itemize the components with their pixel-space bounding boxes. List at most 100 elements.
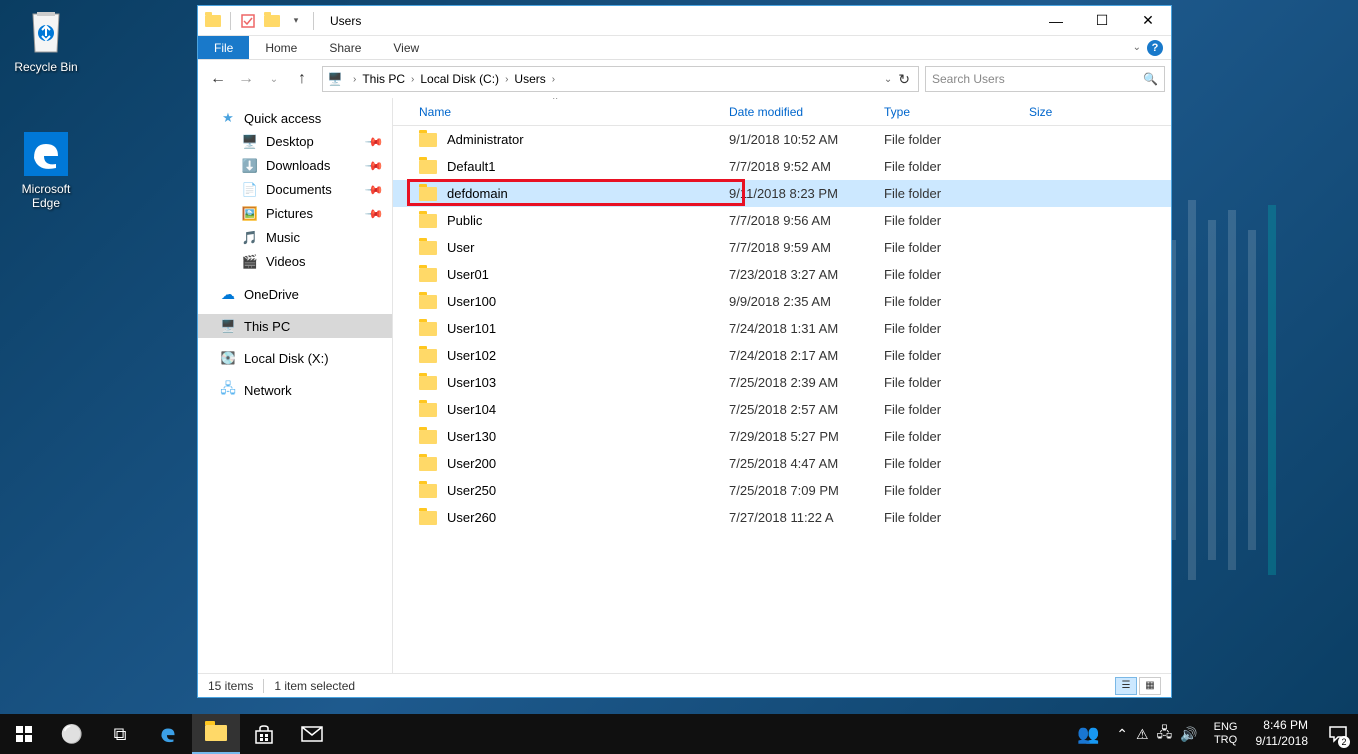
maximize-button[interactable]: ☐ bbox=[1079, 6, 1125, 36]
folder-icon bbox=[419, 268, 437, 282]
nav-videos[interactable]: 🎬Videos bbox=[198, 250, 392, 274]
breadcrumb-users[interactable]: Users bbox=[510, 72, 549, 86]
file-row[interactable]: defdomain 9/11/2018 8:23 PM File folder bbox=[393, 180, 1171, 207]
qat-new-folder[interactable] bbox=[261, 10, 283, 32]
task-view-button[interactable]: ⧉ bbox=[96, 714, 144, 754]
pc-icon: 🖥️ bbox=[327, 71, 343, 87]
tray-chevron-icon[interactable]: ⌃ bbox=[1116, 726, 1128, 743]
address-bar[interactable]: 🖥️ › This PC › Local Disk (C:) › Users ›… bbox=[322, 66, 919, 92]
address-dropdown-icon[interactable]: ⌄ bbox=[884, 74, 892, 85]
file-row[interactable]: User130 7/29/2018 5:27 PM File folder bbox=[393, 423, 1171, 450]
chevron-icon[interactable]: › bbox=[351, 74, 358, 85]
qat-properties[interactable] bbox=[237, 10, 259, 32]
ribbon-tab-home[interactable]: Home bbox=[249, 36, 313, 59]
nav-pictures[interactable]: 🖼️Pictures📌 bbox=[198, 202, 392, 226]
status-selected-count: 1 item selected bbox=[274, 679, 355, 693]
microsoft-edge-icon[interactable]: Microsoft Edge bbox=[8, 130, 84, 210]
folder-icon bbox=[419, 214, 437, 228]
tray-volume-icon[interactable]: 🔊 bbox=[1180, 726, 1197, 743]
desktop-decoration bbox=[1158, 200, 1358, 600]
action-center-button[interactable]: 2 bbox=[1318, 714, 1358, 754]
file-row[interactable]: User200 7/25/2018 4:47 AM File folder bbox=[393, 450, 1171, 477]
taskbar-store[interactable] bbox=[240, 714, 288, 754]
taskbar-mail[interactable] bbox=[288, 714, 336, 754]
ribbon-expand-icon[interactable]: ⌄ bbox=[1133, 42, 1141, 53]
cloud-icon: ☁ bbox=[220, 286, 236, 302]
taskbar-edge[interactable] bbox=[144, 714, 192, 754]
file-row[interactable]: User260 7/27/2018 11:22 A File folder bbox=[393, 504, 1171, 531]
start-button[interactable] bbox=[0, 714, 48, 754]
file-row[interactable]: User250 7/25/2018 7:09 PM File folder bbox=[393, 477, 1171, 504]
edge-label: Microsoft Edge bbox=[8, 182, 84, 210]
tray-network-icon[interactable]: 🖧 bbox=[1157, 722, 1173, 746]
search-input[interactable]: Search Users 🔍 bbox=[925, 66, 1165, 92]
file-name: User103 bbox=[447, 375, 496, 390]
forward-button[interactable]: → bbox=[236, 69, 256, 89]
back-button[interactable]: ← bbox=[208, 69, 228, 89]
nav-desktop[interactable]: 🖥️Desktop📌 bbox=[198, 130, 392, 154]
file-name: User250 bbox=[447, 483, 496, 498]
nav-downloads[interactable]: ⬇️Downloads📌 bbox=[198, 154, 392, 178]
file-name: defdomain bbox=[447, 186, 508, 201]
file-row[interactable]: User01 7/23/2018 3:27 AM File folder bbox=[393, 261, 1171, 288]
file-row[interactable]: User100 9/9/2018 2:35 AM File folder bbox=[393, 288, 1171, 315]
file-type: File folder bbox=[876, 132, 1021, 147]
file-row[interactable]: Public 7/7/2018 9:56 AM File folder bbox=[393, 207, 1171, 234]
close-button[interactable]: ✕ bbox=[1125, 6, 1171, 36]
file-date: 9/11/2018 8:23 PM bbox=[721, 186, 876, 201]
file-row[interactable]: Default1 7/7/2018 9:52 AM File folder bbox=[393, 153, 1171, 180]
qat-dropdown[interactable]: ▾ bbox=[285, 10, 307, 32]
file-date: 7/24/2018 2:17 AM bbox=[721, 348, 876, 363]
breadcrumb-local-disk[interactable]: Local Disk (C:) bbox=[416, 72, 503, 86]
pc-icon: 🖥️ bbox=[220, 318, 236, 334]
column-type[interactable]: Type bbox=[876, 98, 1021, 125]
file-row[interactable]: User102 7/24/2018 2:17 AM File folder bbox=[393, 342, 1171, 369]
file-type: File folder bbox=[876, 159, 1021, 174]
status-item-count: 15 items bbox=[208, 679, 253, 693]
recent-dropdown[interactable]: ⌄ bbox=[264, 69, 284, 89]
nav-this-pc[interactable]: 🖥️This PC bbox=[198, 314, 392, 338]
file-type: File folder bbox=[876, 213, 1021, 228]
file-row[interactable]: Administrator 9/1/2018 10:52 AM File fol… bbox=[393, 126, 1171, 153]
pictures-icon: 🖼️ bbox=[242, 206, 258, 222]
folder-icon bbox=[419, 484, 437, 498]
column-name[interactable]: Name^ bbox=[411, 98, 721, 125]
nav-onedrive[interactable]: ☁OneDrive bbox=[198, 282, 392, 306]
nav-documents[interactable]: 📄Documents📌 bbox=[198, 178, 392, 202]
file-row[interactable]: User 7/7/2018 9:59 AM File folder bbox=[393, 234, 1171, 261]
ribbon-tab-share[interactable]: Share bbox=[313, 36, 377, 59]
nav-local-disk-x[interactable]: 💽Local Disk (X:) bbox=[198, 346, 392, 370]
chevron-icon[interactable]: › bbox=[503, 74, 510, 85]
taskbar-file-explorer[interactable] bbox=[192, 714, 240, 754]
breadcrumb-this-pc[interactable]: This PC bbox=[358, 72, 409, 86]
tray-security-icon[interactable]: ⚠ bbox=[1136, 726, 1149, 743]
chevron-icon[interactable]: › bbox=[409, 74, 416, 85]
column-date-modified[interactable]: Date modified bbox=[721, 98, 876, 125]
help-icon[interactable]: ? bbox=[1147, 40, 1163, 56]
column-size[interactable]: Size bbox=[1021, 98, 1101, 125]
file-row[interactable]: User104 7/25/2018 2:57 AM File folder bbox=[393, 396, 1171, 423]
folder-icon bbox=[419, 322, 437, 336]
search-button[interactable]: ⚪ bbox=[48, 714, 96, 754]
up-button[interactable]: ↑ bbox=[292, 69, 312, 89]
nav-network[interactable]: 🖧Network bbox=[198, 378, 392, 402]
file-row[interactable]: User101 7/24/2018 1:31 AM File folder bbox=[393, 315, 1171, 342]
language-indicator[interactable]: ENG TRQ bbox=[1206, 721, 1246, 747]
ribbon-tab-view[interactable]: View bbox=[377, 36, 435, 59]
nav-quick-access[interactable]: ★Quick access bbox=[198, 106, 392, 130]
chevron-icon[interactable]: › bbox=[550, 74, 557, 85]
minimize-button[interactable]: — bbox=[1033, 6, 1079, 36]
nav-music[interactable]: 🎵Music bbox=[198, 226, 392, 250]
clock[interactable]: 8:46 PM 9/11/2018 bbox=[1246, 718, 1319, 749]
folder-icon bbox=[419, 457, 437, 471]
view-icons-button[interactable]: ▦ bbox=[1139, 677, 1161, 695]
ribbon-tab-file[interactable]: File bbox=[198, 36, 249, 59]
file-type: File folder bbox=[876, 321, 1021, 336]
recycle-bin-icon[interactable]: Recycle Bin bbox=[8, 8, 84, 74]
file-date: 7/24/2018 1:31 AM bbox=[721, 321, 876, 336]
file-row[interactable]: User103 7/25/2018 2:39 AM File folder bbox=[393, 369, 1171, 396]
people-button[interactable]: 👥 bbox=[1068, 714, 1108, 754]
refresh-button[interactable]: ↻ bbox=[898, 71, 910, 88]
file-name: User102 bbox=[447, 348, 496, 363]
view-details-button[interactable]: ☰ bbox=[1115, 677, 1137, 695]
